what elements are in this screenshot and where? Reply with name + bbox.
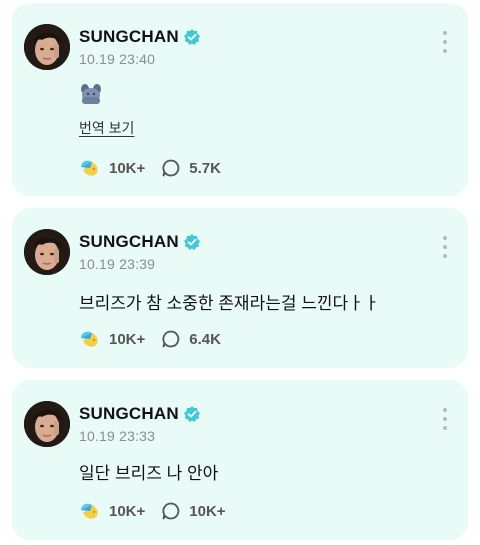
post-actions: 10K+ 6.4K (79, 329, 221, 349)
like-count: 10K+ (109, 159, 146, 177)
author-name[interactable]: SUNGCHAN (79, 404, 179, 424)
post-time: 10.19 23:39 (79, 256, 156, 272)
more-vertical-icon[interactable] (442, 236, 448, 258)
verified-badge-icon (183, 405, 201, 423)
more-vertical-icon[interactable] (442, 408, 448, 430)
post-time: 10.19 23:33 (79, 428, 156, 444)
like-icon (79, 501, 101, 521)
comment-count: 6.4K (189, 330, 221, 348)
author-name[interactable]: SUNGCHAN (79, 232, 179, 252)
like-button[interactable]: 10K+ (79, 501, 145, 521)
post-text: 브리즈가 참 소중한 존재라는걸 느낀다ㅏㅏ (79, 294, 380, 313)
avatar[interactable] (24, 24, 70, 70)
comment-button[interactable]: 10K+ (161, 501, 226, 521)
post-text: 일단 브리즈 나 안아 (79, 464, 219, 483)
comment-bubble-icon (161, 501, 181, 521)
post-card[interactable]: SUNGCHAN 10.19 23:39 브리즈가 참 소중한 존재라는걸 느낀… (12, 208, 468, 368)
avatar[interactable] (24, 401, 70, 447)
like-icon (79, 158, 101, 178)
like-button[interactable]: 10K+ (79, 158, 145, 178)
post-card[interactable]: SUNGCHAN 10.19 23:40 번역 보기 10K+ 5.7K (12, 3, 468, 196)
comment-button[interactable]: 6.4K (161, 329, 221, 349)
like-count: 10K+ (109, 502, 146, 520)
more-vertical-icon[interactable] (442, 31, 448, 53)
verified-badge-icon (183, 28, 201, 46)
translate-link[interactable]: 번역 보기 (79, 118, 134, 138)
post-card[interactable]: SUNGCHAN 10.19 23:33 일단 브리즈 나 안아 10K+ 10… (12, 380, 468, 540)
verified-badge-icon (183, 233, 201, 251)
author-name[interactable]: SUNGCHAN (79, 27, 179, 47)
avatar[interactable] (24, 229, 70, 275)
like-count: 10K+ (109, 330, 146, 348)
comment-count: 10K+ (189, 502, 226, 520)
comment-count: 5.7K (189, 159, 221, 177)
post-actions: 10K+ 5.7K (79, 158, 221, 178)
post-actions: 10K+ 10K+ (79, 501, 226, 521)
comment-bubble-icon (161, 329, 181, 349)
comment-button[interactable]: 5.7K (161, 158, 221, 178)
like-button[interactable]: 10K+ (79, 329, 145, 349)
like-icon (79, 329, 101, 349)
comment-bubble-icon (161, 158, 181, 178)
post-feed: SUNGCHAN 10.19 23:40 번역 보기 10K+ 5.7K SUN… (0, 0, 480, 545)
post-time: 10.19 23:40 (79, 51, 156, 67)
puppy-emoji (79, 83, 103, 110)
